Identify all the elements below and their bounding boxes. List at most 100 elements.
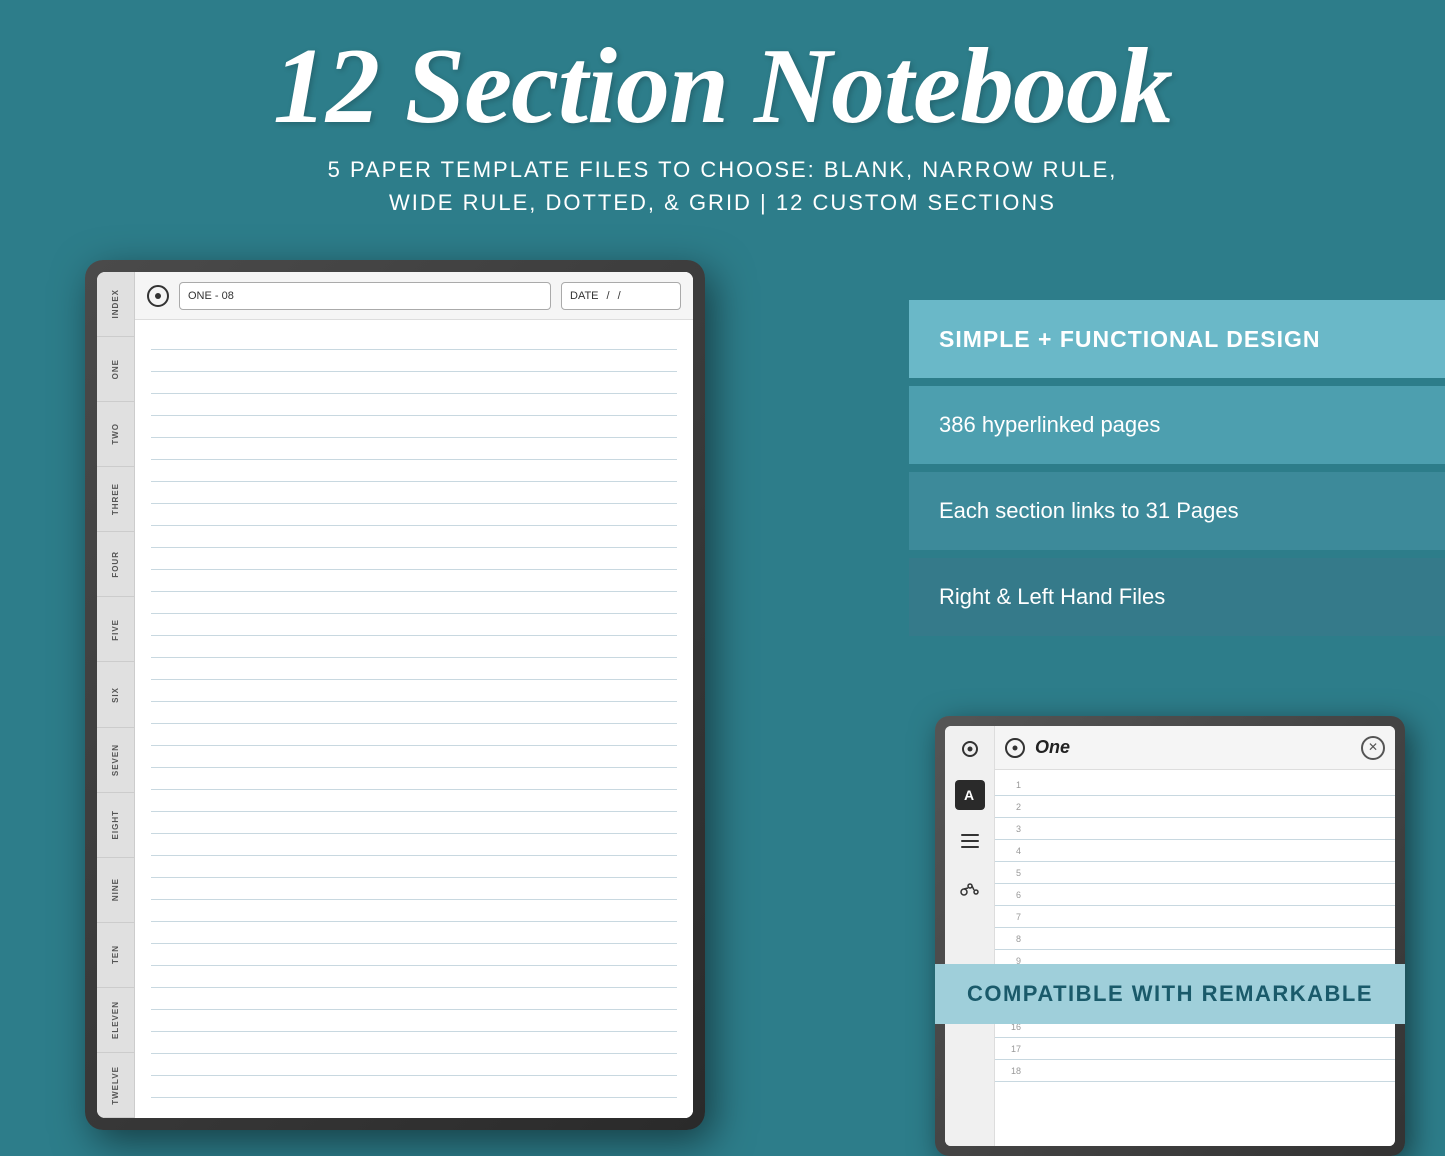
compatible-text: COMPATIBLE WITH REMARKABLE xyxy=(967,981,1373,1007)
feature-hand-files: Right & Left Hand Files xyxy=(909,558,1445,636)
right-section-title: One xyxy=(1035,737,1351,758)
right-content: One ✕ 1 2 3 4 5 6 7 8 9 10 15 16 17 xyxy=(995,726,1395,1146)
paper-line xyxy=(151,658,677,680)
feature-hyperlinked-label: 386 hyperlinked pages xyxy=(939,412,1160,438)
paper-line xyxy=(151,548,677,570)
compatible-banner: COMPATIBLE WITH REMARKABLE xyxy=(935,964,1405,1024)
paper-line xyxy=(151,438,677,460)
right-line-5: 5 xyxy=(995,862,1395,884)
paper-line xyxy=(151,504,677,526)
paper-line xyxy=(151,878,677,900)
paper-line xyxy=(151,350,677,372)
toolbar-home-icon[interactable] xyxy=(955,734,985,764)
main-title: 12 Section Notebook xyxy=(60,30,1385,143)
paper-line xyxy=(151,856,677,878)
title-area: 12 Section Notebook 5 PAPER TEMPLATE FIL… xyxy=(0,20,1445,229)
paper-line xyxy=(151,482,677,504)
notebook-content: ONE - 08 DATE / / xyxy=(135,272,693,1118)
right-header: One ✕ xyxy=(995,726,1395,770)
feature-simple-design: SIMPLE + FUNCTIONAL DESIGN xyxy=(909,300,1445,378)
paper-line xyxy=(151,746,677,768)
paper-line xyxy=(151,1054,677,1076)
paper-line xyxy=(151,636,677,658)
tab-seven[interactable]: SEVEN xyxy=(97,728,134,793)
feature-section-label: Each section links to 31 Pages xyxy=(939,498,1239,524)
tab-index[interactable]: INDEX xyxy=(97,272,134,337)
paper-line xyxy=(151,790,677,812)
right-header-circle-icon xyxy=(1005,738,1025,758)
device-right: A xyxy=(935,716,1405,1156)
tab-five[interactable]: FIVE xyxy=(97,597,134,662)
paper-line xyxy=(151,768,677,790)
paper-line xyxy=(151,988,677,1010)
right-line-7: 7 xyxy=(995,906,1395,928)
feature-section-links: Each section links to 31 Pages xyxy=(909,472,1445,550)
notebook-frame: INDEX ONE TWO THREE FOUR FIVE SI xyxy=(85,260,705,1130)
paper-line xyxy=(151,526,677,548)
tab-ten[interactable]: TEN xyxy=(97,923,134,988)
right-line-8: 8 xyxy=(995,928,1395,950)
header-title-box: ONE - 08 xyxy=(179,282,551,310)
right-line-4: 4 xyxy=(995,840,1395,862)
right-line-3: 3 xyxy=(995,818,1395,840)
right-line-6: 6 xyxy=(995,884,1395,906)
toolbar-draw-icon[interactable] xyxy=(955,872,985,902)
paper-line xyxy=(151,944,677,966)
paper-line xyxy=(151,900,677,922)
toolbar-text-icon[interactable]: A xyxy=(955,780,985,810)
paper-line xyxy=(151,614,677,636)
paper-line xyxy=(151,460,677,482)
subtitle-line1: 5 PAPER TEMPLATE FILES TO CHOOSE: BLANK,… xyxy=(328,157,1118,182)
close-icon[interactable]: ✕ xyxy=(1361,736,1385,760)
svg-text:A: A xyxy=(964,787,974,803)
paper-line xyxy=(151,592,677,614)
paper-line xyxy=(151,966,677,988)
right-line-2: 2 xyxy=(995,796,1395,818)
device-right-screen: A xyxy=(945,726,1395,1146)
date-sep2: / xyxy=(618,290,621,302)
subtitle: 5 PAPER TEMPLATE FILES TO CHOOSE: BLANK,… xyxy=(60,153,1385,219)
paper-line xyxy=(151,834,677,856)
feature-hyperlinked: 386 hyperlinked pages xyxy=(909,386,1445,464)
tab-eight[interactable]: EIGHT xyxy=(97,793,134,858)
date-sep1: / xyxy=(607,290,610,302)
header-date-box: DATE / / xyxy=(561,282,681,310)
paper-line xyxy=(151,372,677,394)
device-left: INDEX ONE TWO THREE FOUR FIVE SI xyxy=(85,260,705,1130)
tab-six[interactable]: SIX xyxy=(97,662,134,727)
date-label: DATE xyxy=(570,290,599,302)
notebook-screen: INDEX ONE TWO THREE FOUR FIVE SI xyxy=(97,272,693,1118)
paper-line xyxy=(151,570,677,592)
feature-design-label: SIMPLE + FUNCTIONAL DESIGN xyxy=(939,326,1320,353)
tab-three[interactable]: THREE xyxy=(97,467,134,532)
features-panel: SIMPLE + FUNCTIONAL DESIGN 386 hyperlink… xyxy=(909,300,1445,642)
paper-line xyxy=(151,702,677,724)
subtitle-line2: WIDE RULE, DOTTED, & GRID | 12 CUSTOM SE… xyxy=(389,190,1056,215)
right-line-1: 1 xyxy=(995,774,1395,796)
right-line-18: 18 xyxy=(995,1060,1395,1082)
paper-line xyxy=(151,328,677,350)
paper-line xyxy=(151,1032,677,1054)
paper-line xyxy=(151,1010,677,1032)
tab-two[interactable]: TWO xyxy=(97,402,134,467)
header-section-label: ONE - 08 xyxy=(188,290,234,302)
right-toolbar: A xyxy=(945,726,995,1146)
feature-hand-files-label: Right & Left Hand Files xyxy=(939,584,1165,610)
tab-nine[interactable]: NINE xyxy=(97,858,134,923)
paper-line xyxy=(151,394,677,416)
toolbar-menu-icon[interactable] xyxy=(955,826,985,856)
right-line-17: 17 xyxy=(995,1038,1395,1060)
header-circle-icon xyxy=(147,285,169,307)
tab-four[interactable]: FOUR xyxy=(97,532,134,597)
notebook-header: ONE - 08 DATE / / xyxy=(135,272,693,320)
side-tabs: INDEX ONE TWO THREE FOUR FIVE SI xyxy=(97,272,135,1118)
tab-twelve[interactable]: TWELVE xyxy=(97,1053,134,1118)
right-lined-paper: 1 2 3 4 5 6 7 8 9 10 15 16 17 18 xyxy=(995,770,1395,1146)
lined-paper xyxy=(135,320,693,1118)
paper-line xyxy=(151,724,677,746)
tab-one[interactable]: ONE xyxy=(97,337,134,402)
device-right-frame: A xyxy=(935,716,1405,1156)
paper-line xyxy=(151,680,677,702)
paper-line xyxy=(151,416,677,438)
tab-eleven[interactable]: ELEVEN xyxy=(97,988,134,1053)
